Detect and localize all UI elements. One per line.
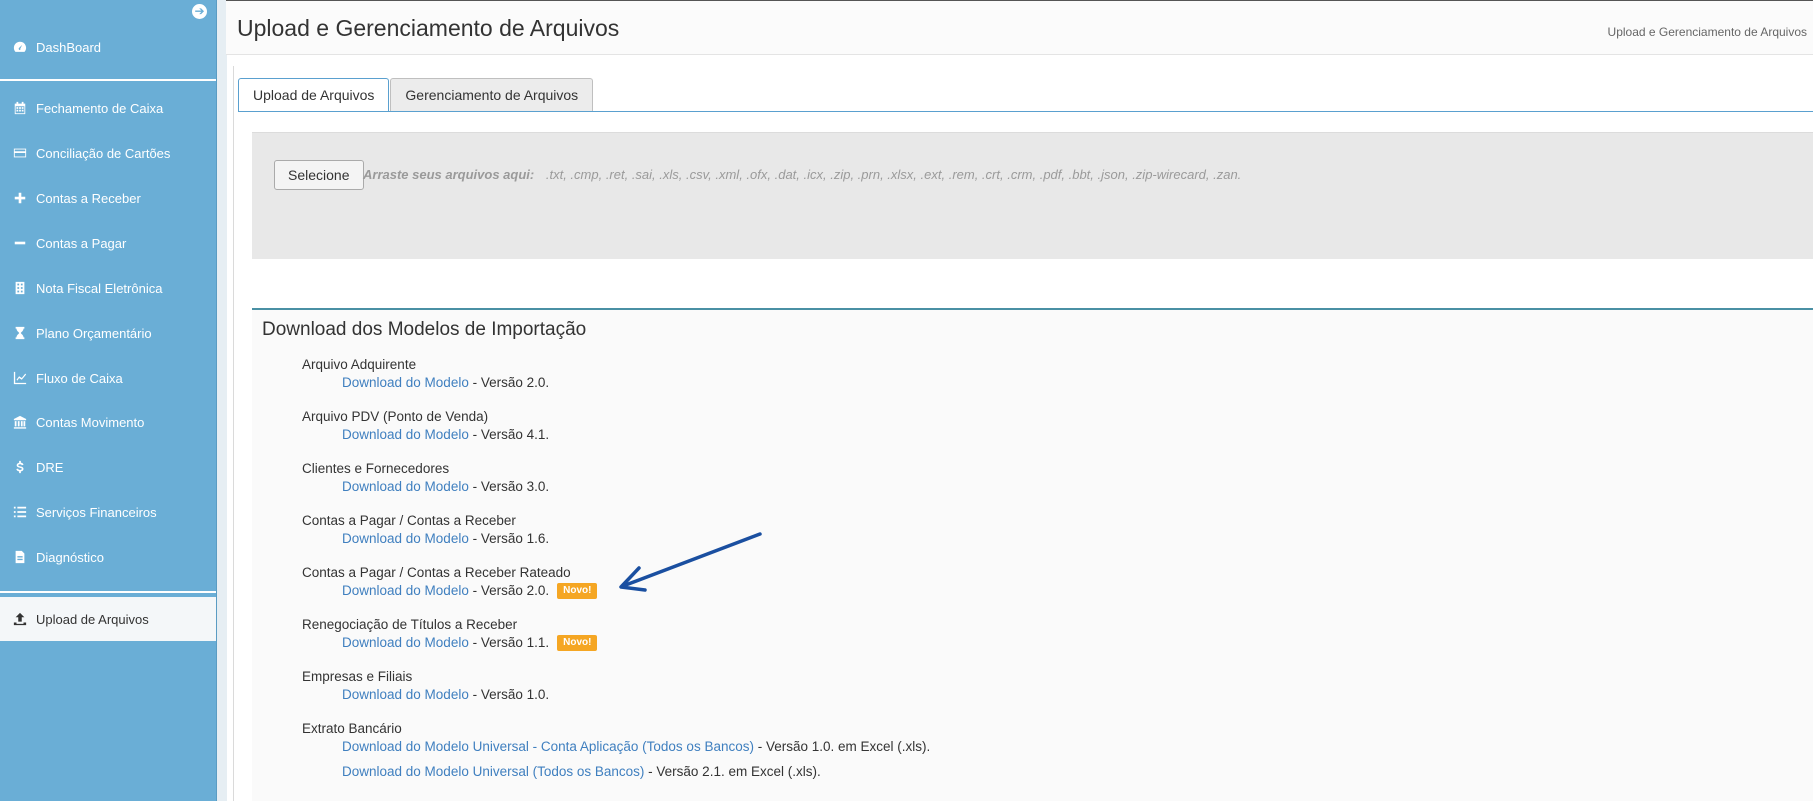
model-version: - Versão 1.0. [468, 687, 550, 702]
list-item: Contas a Pagar / Contas a Receber Ratead… [302, 564, 1502, 616]
new-badge: Novo! [557, 583, 598, 600]
model-version: - Versão 1.6. [468, 531, 550, 546]
minus-icon [12, 235, 28, 251]
model-name: Contas a Pagar / Contas a Receber Ratead… [302, 565, 571, 580]
new-badge: Novo! [557, 635, 598, 652]
main-content: Upload de Arquivos Gerenciamento de Arqu… [233, 66, 1813, 801]
model-name: Clientes e Fornecedores [302, 461, 450, 476]
models-panel-title: Download dos Modelos de Importação [262, 319, 587, 340]
download-model-link[interactable]: Download do Modelo [342, 479, 469, 494]
sidebar-item-conciliacao-de-cartoes[interactable]: Conciliação de Cartões [0, 131, 216, 175]
collapse-sidebar-icon[interactable]: ➔ [192, 4, 207, 19]
list-item: Empresas e Filiais Download do Modelo - … [302, 668, 1502, 720]
select-files-button[interactable]: Selecione [274, 160, 364, 190]
model-name: Renegociação de Títulos a Receber [302, 617, 518, 632]
model-list: Arquivo Adquirente Download do Modelo - … [302, 356, 1502, 798]
list-item: Contas a Pagar / Contas a Receber Downlo… [302, 512, 1502, 564]
model-version: - Versão 2.0. [468, 375, 550, 390]
model-version: - Versão 1.0. em Excel (.xls). [753, 739, 931, 754]
page-title: Upload e Gerenciamento de Arquivos [237, 15, 620, 41]
download-model-link[interactable]: Download do Modelo [342, 635, 469, 650]
model-name: Arquivo PDV (Ponto de Venda) [302, 409, 489, 424]
sidebar-item-label: Fluxo de Caixa [36, 370, 123, 386]
sidebar-item-label: Conciliação de Cartões [36, 145, 171, 161]
sidebar-item-label: Contas a Pagar [36, 235, 127, 251]
model-name: Contas a Pagar / Contas a Receber [302, 513, 516, 528]
dashboard-icon [12, 39, 28, 55]
sidebar-item-label: Serviços Financeiros [36, 504, 157, 520]
breadcrumb[interactable]: Upload e Gerenciamento de Arquivos [1608, 25, 1807, 39]
download-model-link[interactable]: Download do Modelo [342, 583, 469, 598]
calendar-icon [12, 100, 28, 116]
building-icon [12, 280, 28, 296]
download-model-link[interactable]: Download do Modelo [342, 531, 469, 546]
bank-icon [12, 414, 28, 430]
sidebar-item-label: DashBoard [36, 39, 102, 55]
models-panel: Download dos Modelos de Importação Arqui… [252, 308, 1813, 801]
sidebar-item-label: Upload de Arquivos [36, 611, 149, 627]
sidebar-item-fechamento-de-caixa[interactable]: Fechamento de Caixa [0, 86, 216, 130]
download-model-link[interactable]: Download do Modelo Universal - Conta Apl… [342, 739, 754, 754]
sidebar-item-dashboard[interactable]: DashBoard [0, 25, 216, 69]
file-icon [12, 549, 28, 565]
list-item: Arquivo PDV (Ponto de Venda) Download do… [302, 408, 1502, 460]
model-version: - Versão 2.1. em Excel (.xls). [644, 764, 821, 779]
sidebar-item-label: Contas a Receber [36, 190, 141, 206]
model-name: Empresas e Filiais [302, 669, 413, 684]
file-dropzone[interactable]: Selecione Arraste seus arquivos aqui: .t… [252, 132, 1813, 259]
sidebar-item-diagnostico[interactable]: Diagnóstico [0, 535, 216, 579]
list-item: Arquivo Adquirente Download do Modelo - … [302, 356, 1502, 408]
dropzone-hint-label: Arraste seus arquivos aqui: [363, 167, 535, 182]
sidebar-item-servicos-financeiros[interactable]: Serviços Financeiros [0, 490, 216, 534]
model-version: - Versão 2.0. [468, 583, 550, 598]
sidebar-item-dre[interactable]: DRE [0, 445, 216, 489]
model-version: - Versão 3.0. [468, 479, 550, 494]
list-item: Clientes e Fornecedores Download do Mode… [302, 460, 1502, 512]
sidebar-divider [0, 79, 216, 81]
dropzone-hint: Arraste seus arquivos aqui: .txt, .cmp, … [363, 167, 1241, 182]
sidebar-item-label: Nota Fiscal Eletrônica [36, 280, 163, 296]
tab-upload-de-arquivos[interactable]: Upload de Arquivos [238, 78, 390, 112]
model-version: - Versão 4.1. [468, 427, 550, 442]
sidebar-item-upload-de-arquivos[interactable]: Upload de Arquivos [0, 597, 219, 641]
annotation-arrow-icon [619, 532, 762, 592]
sidebar-item-label: Diagnóstico [36, 549, 104, 565]
line-chart-icon [12, 370, 28, 386]
model-name: Extrato Bancário [302, 721, 402, 736]
download-model-link[interactable]: Download do Modelo [342, 427, 469, 442]
sidebar-divider [0, 591, 216, 593]
upload-icon [12, 611, 28, 627]
accepted-extensions: .txt, .cmp, .ret, .sai, .xls, .csv, .xml… [545, 167, 1242, 182]
sidebar-item-label: DRE [36, 459, 64, 475]
model-version: - Versão 1.1. [468, 635, 550, 650]
model-name: Arquivo Adquirente [302, 357, 417, 372]
dollar-icon [12, 459, 28, 475]
sidebar-item-fluxo-de-caixa[interactable]: Fluxo de Caixa [0, 356, 216, 400]
sidebar-item-nota-fiscal-eletronica[interactable]: Nota Fiscal Eletrônica [0, 266, 216, 310]
list-item: Extrato Bancário Download do Modelo Univ… [302, 720, 1502, 798]
page-header: Upload e Gerenciamento de Arquivos Uploa… [226, 0, 1813, 55]
sidebar: ➔ DashBoard Fechamento de Caixa Concilia… [0, 0, 219, 801]
list-icon [12, 504, 28, 520]
download-model-link[interactable]: Download do Modelo [342, 375, 469, 390]
sidebar-item-contas-a-pagar[interactable]: Contas a Pagar [0, 221, 216, 265]
tab-gerenciamento-de-arquivos[interactable]: Gerenciamento de Arquivos [390, 78, 594, 111]
sidebar-item-contas-a-receber[interactable]: Contas a Receber [0, 176, 216, 220]
sidebar-item-label: Plano Orçamentário [36, 325, 152, 341]
sidebar-item-contas-movimento[interactable]: Contas Movimento [0, 400, 216, 444]
plus-icon [12, 190, 28, 206]
credit-card-icon [12, 145, 28, 161]
sidebar-item-plano-orcamentario[interactable]: Plano Orçamentário [0, 311, 216, 355]
sidebar-item-label: Contas Movimento [36, 414, 145, 430]
sidebar-edge [216, 0, 227, 801]
tab-underline [238, 111, 1813, 112]
hourglass-icon [12, 325, 28, 341]
download-model-link[interactable]: Download do Modelo Universal (Todos os B… [342, 764, 644, 779]
list-item: Renegociação de Títulos a Receber Downlo… [302, 616, 1502, 668]
tab-bar: Upload de Arquivos Gerenciamento de Arqu… [238, 78, 594, 112]
sidebar-item-label: Fechamento de Caixa [36, 100, 164, 116]
download-model-link[interactable]: Download do Modelo [342, 687, 469, 702]
